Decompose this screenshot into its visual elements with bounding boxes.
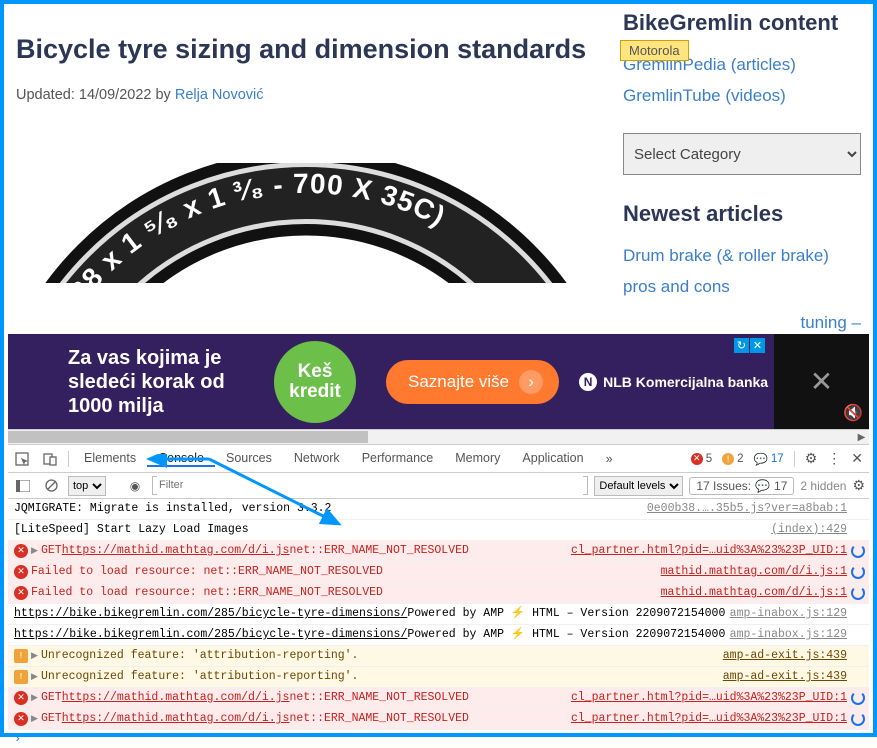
chevron-right-icon: › [519,370,543,394]
tab-memory[interactable]: Memory [444,451,511,465]
hover-tooltip: Motorola [620,40,689,61]
scroll-right-icon[interactable]: ▶ [854,430,869,445]
gear-icon[interactable]: ⚙ [805,450,818,467]
author-link[interactable]: Relja Novović [175,87,264,103]
ad-headline: Za vas kojima je sledeći korak od 1000 m… [8,346,268,418]
by-label: by [151,87,174,103]
post-meta: Updated: 14/09/2022 by Relja Novović [16,87,603,103]
console-row[interactable]: ✕Failed to load resource: net::ERR_NAME_… [8,562,869,583]
updated-date: 14/09/2022 [79,87,152,103]
newest-article-link[interactable]: Drum brake (& roller brake) pros and con… [623,246,829,296]
console-settings-icon[interactable]: ⚙ [852,477,865,494]
error-count-badge[interactable]: ✕5 [691,453,712,465]
console-row[interactable]: JQMIGRATE: Migrate is installed, version… [8,499,869,520]
filter-input[interactable] [157,476,583,495]
devtools-close-icon[interactable]: ✕ [851,450,863,467]
tyre-image: 37 - 622 (28 x 1 ⁵⁄₈ x 1 ³⁄₈ - 700 X 35C… [16,163,603,283]
partial-text: tuning – [801,313,862,332]
inspect-icon[interactable] [8,445,36,472]
hidden-count: 2 hidden [800,479,846,493]
console-prompt[interactable]: › [8,730,869,748]
tab-application[interactable]: Application [511,451,594,465]
ad-refresh-icon[interactable]: ↻ [734,338,749,353]
bank-logo-icon: N [579,373,597,391]
tab-performance[interactable]: Performance [351,451,445,465]
issues-button[interactable]: 17 Issues: 💬17 [689,477,794,495]
console-row[interactable]: ✕▶GET https://mathid.mathtag.com/d/i.js … [8,709,869,730]
ad-circle: Keš kredit [274,341,356,423]
console-row[interactable]: !▶Unrecognized feature: 'attribution-rep… [8,667,869,688]
tab-sources[interactable]: Sources [215,451,283,465]
msg-count-badge[interactable]: 💬 17 [754,452,784,466]
category-select[interactable]: Select Category [623,133,861,175]
device-toolbar-icon[interactable] [36,445,64,472]
eye-icon[interactable]: ◉ [124,475,146,497]
ad-bank: N NLB Komercijalna banka [579,373,768,391]
tab-elements[interactable]: Elements [73,451,147,465]
tab-console[interactable]: Console [147,451,215,467]
sidebar-heading-content: BikeGremlin content [623,10,861,36]
levels-select[interactable]: Default levels [594,476,683,496]
tabs-more-icon[interactable]: » [595,445,624,472]
console-row[interactable]: ✕▶GET https://mathid.mathtag.com/d/i.js … [8,541,869,562]
sound-icon[interactable]: 🔇 [843,403,863,423]
tab-network[interactable]: Network [283,451,351,465]
console-row[interactable]: https://bike.bikegremlin.com/285/bicycle… [8,604,869,625]
ad-close-icon[interactable]: ✕ [750,338,765,353]
scroll-thumb[interactable] [8,431,368,443]
page-title: Bicycle tyre sizing and dimension standa… [16,34,603,65]
sidebar-heading-newest: Newest articles [623,201,861,227]
updated-prefix: Updated: [16,87,79,103]
clear-console-icon[interactable] [40,475,62,497]
warn-count-badge[interactable]: !2 [722,453,743,465]
console-row[interactable]: ✕▶GET https://mathid.mathtag.com/d/i.js … [8,688,869,709]
close-icon: ✕ [810,365,833,398]
console-row[interactable]: [LiteSpeed] Start Lazy Load Images(index… [8,520,869,541]
ad-cta-button[interactable]: Saznajte više › [386,360,559,404]
devtools-panel: ElementsConsoleSourcesNetworkPerformance… [8,444,869,729]
link-gremlintube[interactable]: GremlinTube (videos) [623,86,786,105]
overlay-close[interactable]: ✕ 🔇 [774,334,869,429]
console-row[interactable]: https://bike.bikegremlin.com/285/bicycle… [8,625,869,646]
kebab-icon[interactable]: ⋮ [827,450,841,467]
sidebar-toggle-icon[interactable] [12,475,34,497]
h-scrollbar[interactable]: ▶ [8,429,869,444]
ad-cta-label: Saznajte više [408,372,509,392]
console-row[interactable]: !▶Unrecognized feature: 'attribution-rep… [8,646,869,667]
context-select[interactable]: top [68,476,106,496]
console-row[interactable]: ✕Failed to load resource: net::ERR_NAME_… [8,583,869,604]
